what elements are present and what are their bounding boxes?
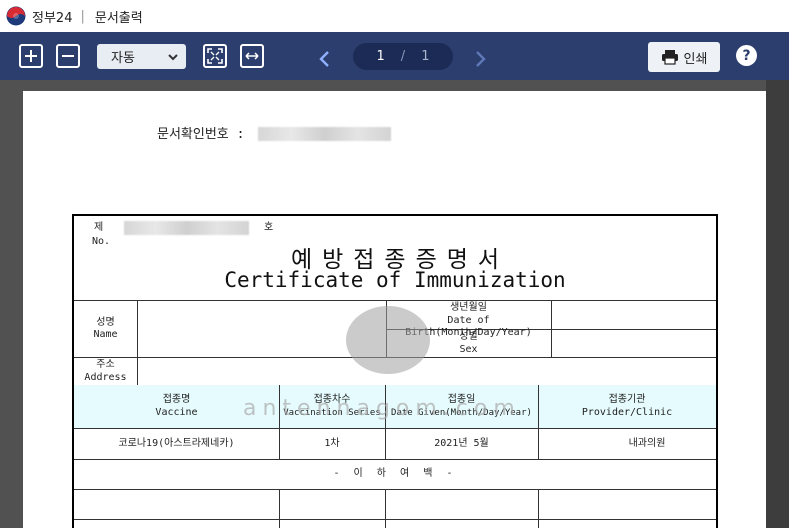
plus-icon bbox=[25, 50, 37, 62]
row1-provider: 내과의원 bbox=[628, 438, 666, 449]
redacted-cert-number bbox=[124, 221, 249, 235]
zoom-select[interactable]: 자동 bbox=[97, 44, 186, 69]
confirm-number-label: 문서확인번호 : bbox=[157, 127, 245, 142]
next-page-button[interactable] bbox=[471, 47, 489, 71]
name-label-ko: 성명 bbox=[96, 317, 115, 328]
viewer-toolbar: 자동 1 / 1 인쇄 ? bbox=[0, 32, 789, 80]
app-name: 정부24 bbox=[32, 10, 73, 26]
print-button[interactable]: 인쇄 bbox=[648, 42, 720, 72]
gov24-logo-icon bbox=[6, 6, 26, 26]
printer-icon bbox=[661, 50, 678, 65]
zoom-in-button[interactable] bbox=[19, 44, 43, 68]
fit-width-button[interactable] bbox=[240, 44, 264, 68]
fit-page-button[interactable] bbox=[203, 44, 227, 68]
zoom-value: 자동 bbox=[111, 51, 135, 66]
title-bar: 정부24 | 문서출력 bbox=[0, 0, 789, 32]
print-label: 인쇄 bbox=[683, 51, 708, 67]
blank-below-note: - 이 하 여 백 - bbox=[333, 468, 457, 479]
row1-vaccine: 코로나19(아스트라제네카) bbox=[118, 438, 235, 449]
prev-page-button[interactable] bbox=[316, 47, 334, 71]
page-indicator: 1 / 1 bbox=[353, 43, 453, 70]
minus-icon bbox=[62, 55, 74, 57]
title-separator: | bbox=[80, 8, 85, 24]
document-page: 문서확인번호 : 제 No. 호 예방접종증명서 Certificate of … bbox=[23, 91, 766, 528]
fit-page-icon bbox=[207, 48, 223, 64]
document-viewer[interactable]: 문서확인번호 : 제 No. 호 예방접종증명서 Certificate of … bbox=[0, 80, 789, 528]
page-separator: / bbox=[400, 49, 406, 64]
fit-width-icon bbox=[245, 52, 259, 60]
watermark-text: antennagom.com bbox=[243, 396, 521, 421]
redacted-confirm-number bbox=[258, 127, 391, 141]
address-label-en: Address bbox=[84, 372, 127, 383]
help-button[interactable]: ? bbox=[736, 45, 757, 66]
window-title: 문서출력 bbox=[94, 10, 143, 26]
name-label-en: Name bbox=[93, 329, 118, 340]
chevron-down-icon bbox=[168, 53, 178, 60]
viewer-scrollbar[interactable] bbox=[766, 80, 789, 528]
address-label-ko: 주소 bbox=[96, 359, 115, 370]
current-page-input[interactable]: 1 bbox=[377, 49, 385, 64]
row1-series: 1차 bbox=[324, 438, 340, 449]
row1-date: 2021년 5월 bbox=[434, 438, 489, 449]
zoom-out-button[interactable] bbox=[56, 44, 80, 68]
provider-col-en: Provider/Clinic bbox=[581, 407, 673, 418]
total-pages: 1 bbox=[421, 49, 430, 64]
provider-col-ko: 접종기관 bbox=[608, 394, 646, 405]
cert-no-label-ko: 제 bbox=[94, 222, 104, 233]
cert-title-en: Certificate of Immunization bbox=[224, 268, 566, 292]
cert-no-suffix: 호 bbox=[264, 222, 274, 233]
watermark-logo-icon bbox=[346, 306, 430, 374]
